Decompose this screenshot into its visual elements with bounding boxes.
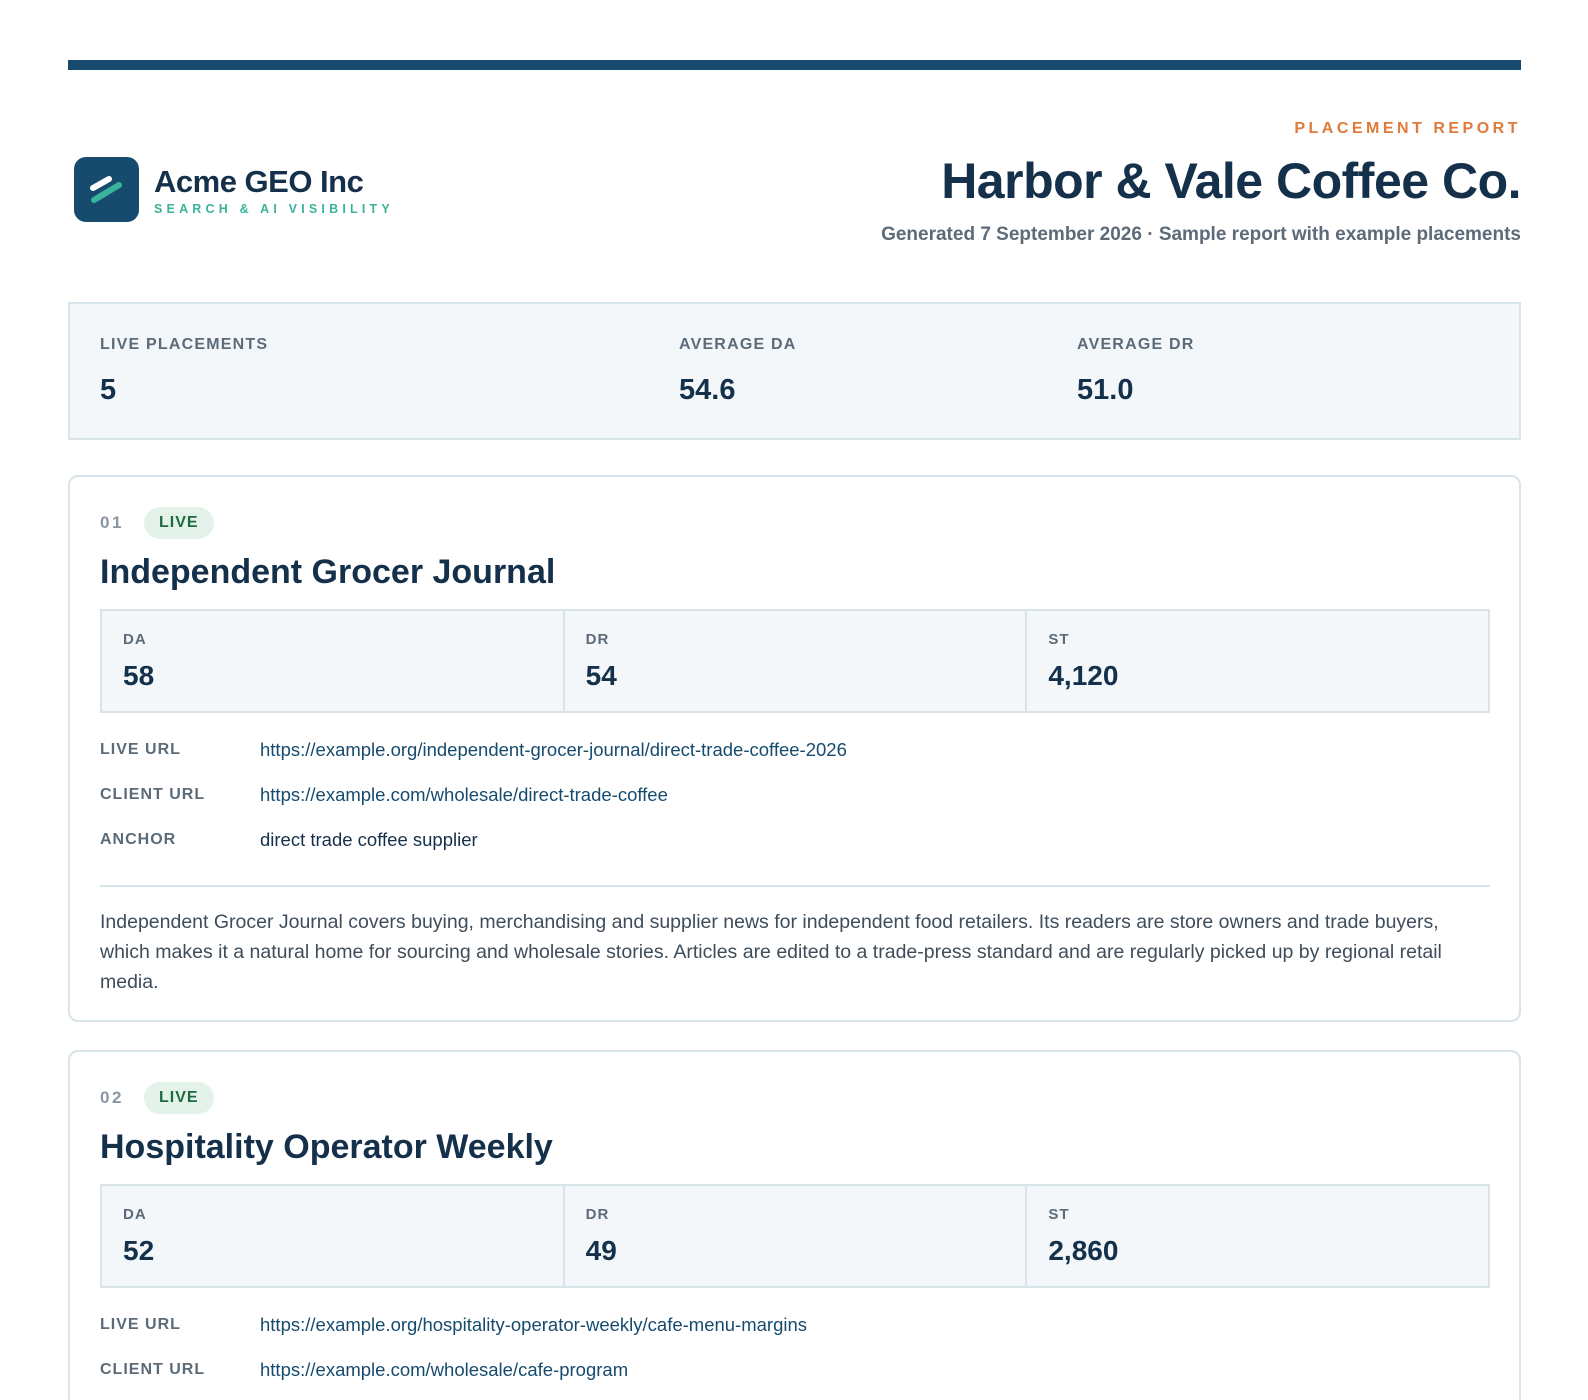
brand-logo: Acme GEO Inc SEARCH & AI VISIBILITY — [74, 157, 394, 222]
field-live-url: LIVE URL https://example.org/hospitality… — [100, 1314, 1490, 1359]
summary-value: 54.6 — [679, 374, 736, 406]
metric-label: ST — [1048, 1206, 1070, 1223]
report-header: PLACEMENT REPORT Harbor & Vale Coffee Co… — [881, 120, 1521, 246]
metric-label: ST — [1048, 631, 1070, 648]
summary-label: AVERAGE DA — [679, 336, 797, 353]
client-url-link[interactable]: https://example.com/wholesale/direct-tra… — [260, 784, 668, 806]
metric-st: ST 4,120 — [1027, 611, 1488, 711]
field-label: CLIENT URL — [100, 786, 206, 803]
summary-panel: LIVE PLACEMENTS 5 AVERAGE DA 54.6 AVERAG… — [68, 302, 1521, 440]
placement-title: Independent Grocer Journal — [100, 553, 556, 591]
brand-tagline: SEARCH & AI VISIBILITY — [154, 201, 394, 216]
field-label: ANCHOR — [100, 831, 177, 848]
metric-value: 54 — [585, 660, 617, 691]
field-label: LIVE URL — [100, 1316, 181, 1333]
summary-value: 51.0 — [1077, 374, 1134, 406]
metric-label: DA — [123, 1206, 147, 1223]
metric-value: 58 — [123, 660, 155, 691]
metric-da: DA 52 — [102, 1186, 565, 1286]
top-accent-bar — [68, 60, 1521, 70]
summary-average-dr: AVERAGE DR 51.0 — [1077, 336, 1195, 407]
status-badge: LIVE — [144, 507, 214, 539]
placement-metrics: DA 52 DR 49 ST 2,860 — [100, 1184, 1490, 1288]
placement-metrics: DA 58 DR 54 ST 4,120 — [100, 609, 1490, 713]
metric-label: DA — [123, 631, 147, 648]
metric-value: 52 — [123, 1235, 155, 1266]
live-url-link[interactable]: https://example.org/hospitality-operator… — [260, 1314, 807, 1336]
placement-description: Independent Grocer Journal covers buying… — [100, 911, 1442, 993]
field-label: LIVE URL — [100, 741, 181, 758]
summary-live-placements: LIVE PLACEMENTS 5 — [100, 336, 268, 407]
metric-value: 4,120 — [1048, 660, 1119, 691]
placement-fields: LIVE URL https://example.org/independent… — [100, 739, 1490, 874]
brand-name: Acme GEO Inc — [154, 163, 364, 199]
summary-value: 5 — [100, 374, 117, 406]
placement-number: 01 — [100, 513, 124, 532]
metric-value: 2,860 — [1048, 1235, 1119, 1266]
metric-st: ST 2,860 — [1027, 1186, 1488, 1286]
metric-label: DR — [585, 1206, 610, 1223]
report-kicker: PLACEMENT REPORT — [1294, 120, 1521, 137]
anchor-text: direct trade coffee supplier — [260, 829, 478, 850]
field-anchor: ANCHOR direct trade coffee supplier — [100, 829, 1490, 874]
logo-icon — [74, 157, 139, 222]
placement-header: 01 LIVE — [100, 507, 214, 539]
placement-card: 02 LIVE Hospitality Operator Weekly DA 5… — [68, 1050, 1521, 1400]
field-client-url: CLIENT URL https://example.com/wholesale… — [100, 784, 1490, 829]
metric-dr: DR 54 — [565, 611, 1028, 711]
placement-fields: LIVE URL https://example.org/hospitality… — [100, 1314, 1490, 1400]
live-url-link[interactable]: https://example.org/independent-grocer-j… — [260, 739, 847, 761]
divider — [100, 885, 1490, 887]
placement-card: 01 LIVE Independent Grocer Journal DA 58… — [68, 475, 1521, 1022]
client-url-link[interactable]: https://example.com/wholesale/cafe-progr… — [260, 1359, 628, 1381]
metric-label: DR — [585, 631, 610, 648]
placement-number: 02 — [100, 1088, 124, 1107]
summary-label: AVERAGE DR — [1077, 336, 1195, 353]
report-subtitle: Generated 7 September 2026 · Sample repo… — [881, 224, 1521, 245]
status-badge: LIVE — [144, 1082, 214, 1114]
report-client-title: Harbor & Vale Coffee Co. — [941, 153, 1521, 209]
summary-label: LIVE PLACEMENTS — [100, 336, 269, 353]
placement-title: Hospitality Operator Weekly — [100, 1128, 553, 1166]
field-label: CLIENT URL — [100, 1361, 206, 1378]
placement-header: 02 LIVE — [100, 1082, 214, 1114]
metric-dr: DR 49 — [565, 1186, 1028, 1286]
metric-value: 49 — [585, 1235, 617, 1266]
field-live-url: LIVE URL https://example.org/independent… — [100, 739, 1490, 784]
field-client-url: CLIENT URL https://example.com/wholesale… — [100, 1359, 1490, 1400]
metric-da: DA 58 — [102, 611, 565, 711]
summary-average-da: AVERAGE DA 54.6 — [679, 336, 797, 407]
